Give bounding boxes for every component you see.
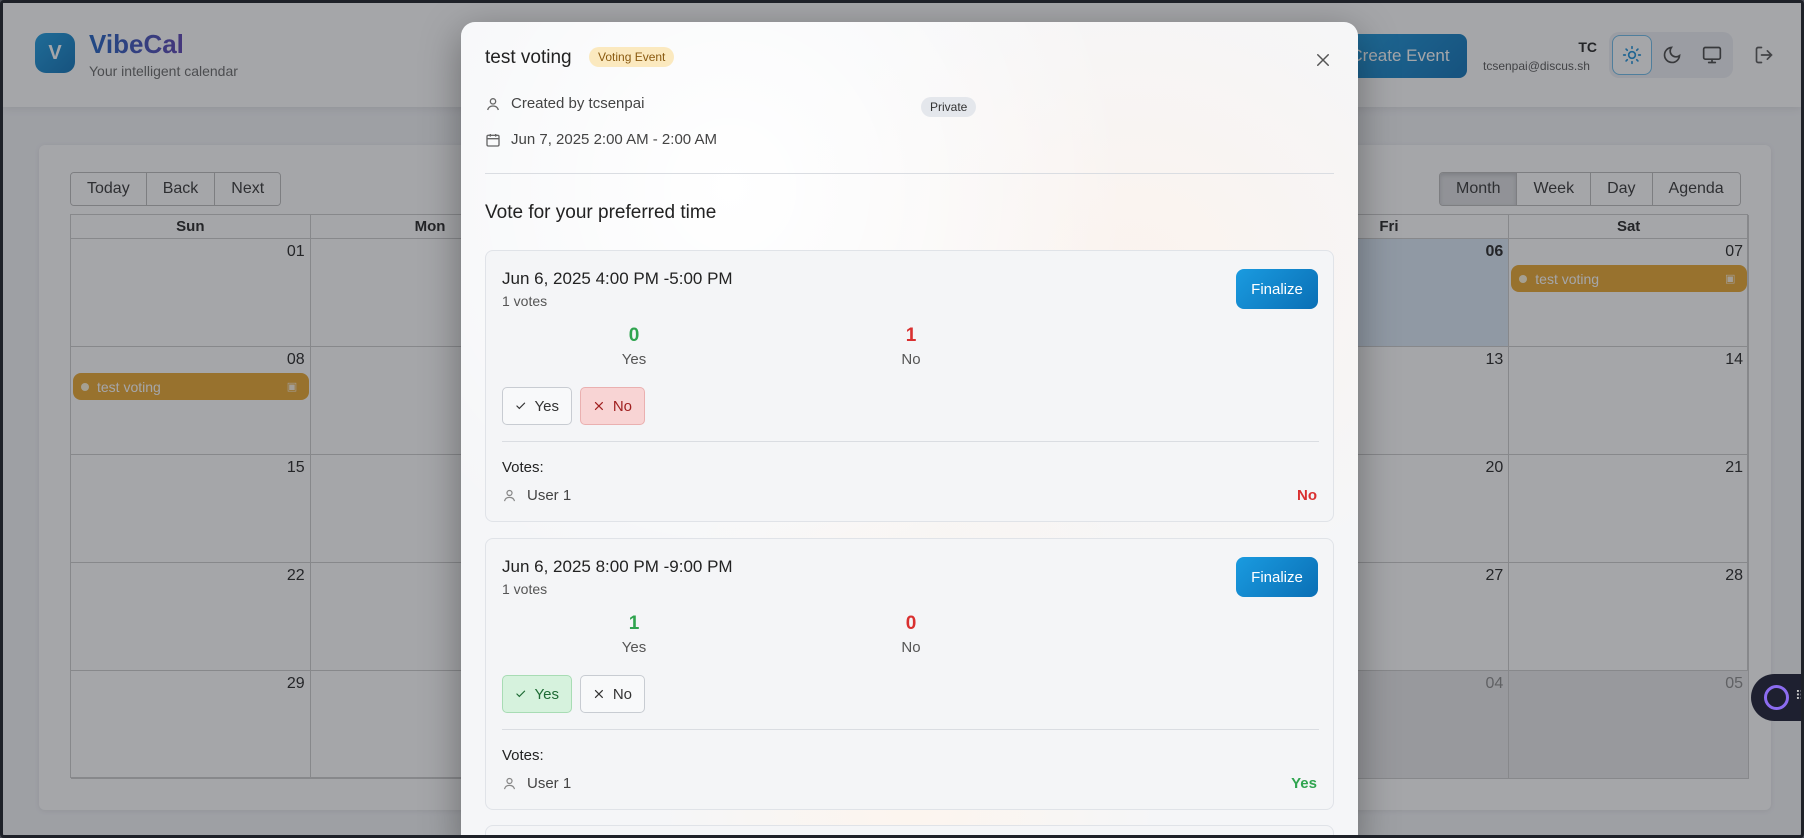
voter-name: User 1 — [527, 775, 572, 792]
vote-no-button[interactable]: No — [580, 675, 645, 713]
finalize-button[interactable]: Finalize — [1236, 557, 1318, 597]
yes-tally: 0 Yes — [604, 325, 664, 368]
voter-choice: Yes — [1291, 775, 1317, 792]
no-tally-label: No — [901, 351, 921, 368]
app-window: V VibeCal Your intelligent calendar Crea… — [0, 0, 1804, 838]
yes-tally: 1 Yes — [604, 613, 664, 656]
voter-name: User 1 — [527, 487, 572, 504]
yes-count: 0 — [628, 325, 640, 346]
assistant-widget[interactable]: ⠿ — [1751, 674, 1801, 721]
votes-label: Votes: — [502, 459, 544, 476]
vote-yes-button[interactable]: Yes — [502, 387, 572, 425]
close-modal-button[interactable] — [1311, 48, 1335, 72]
time-option: Jun 6, 2025 8:00 PM -9:00 PM 1 votes Fin… — [485, 538, 1334, 810]
vote-no-button[interactable]: No — [580, 387, 645, 425]
no-tally: 0 No — [881, 613, 941, 656]
finalize-button[interactable]: Finalize — [1236, 269, 1318, 309]
voter-entry: User 1 — [502, 487, 571, 504]
voter-choice: No — [1297, 487, 1317, 504]
yes-tally-label: Yes — [621, 351, 647, 368]
user-icon — [503, 489, 516, 502]
no-tally-label: No — [901, 639, 921, 656]
date-range-text: Jun 7, 2025 2:00 AM - 2:00 AM — [511, 131, 717, 148]
check-icon — [516, 402, 526, 410]
no-count: 1 — [905, 325, 917, 346]
time-option: Jun 6, 2025 4:00 PM -5:00 PM 1 votes Fin… — [485, 250, 1334, 522]
option-time: Jun 6, 2025 4:00 PM -5:00 PM — [502, 269, 733, 288]
no-count: 0 — [905, 613, 917, 634]
votes-label: Votes: — [502, 747, 544, 764]
close-icon — [1317, 54, 1329, 66]
modal-title: test voting — [485, 47, 572, 68]
created-by: Created by tcsenpai — [485, 95, 644, 112]
option-vote-count: 1 votes — [502, 581, 548, 597]
yes-tally-label: Yes — [621, 639, 647, 656]
x-icon — [594, 401, 603, 411]
voter-entry: User 1 — [502, 775, 571, 792]
check-icon — [516, 690, 526, 698]
assistant-icon — [1764, 685, 1789, 710]
no-tally: 1 No — [881, 325, 941, 368]
user-icon — [487, 97, 499, 110]
created-by-text: Created by tcsenpai — [511, 95, 645, 112]
visibility-badge: Private — [921, 97, 977, 117]
event-date-range: Jun 7, 2025 2:00 AM - 2:00 AM — [485, 131, 717, 148]
x-icon — [594, 689, 603, 699]
voting-event-badge: Voting Event — [589, 47, 675, 67]
option-time: Jun 6, 2025 8:00 PM -9:00 PM — [502, 557, 733, 576]
vote-heading: Vote for your preferred time — [485, 202, 717, 223]
user-icon — [503, 777, 516, 790]
event-modal: test voting Voting Event Created by tcse… — [461, 22, 1358, 835]
drag-handle-icon[interactable]: ⠿ — [1795, 688, 1801, 704]
vote-yes-button[interactable]: Yes — [502, 675, 572, 713]
yes-count: 1 — [628, 613, 640, 634]
calendar-icon — [486, 133, 500, 147]
option-vote-count: 1 votes — [502, 293, 548, 309]
time-option — [485, 825, 1334, 835]
